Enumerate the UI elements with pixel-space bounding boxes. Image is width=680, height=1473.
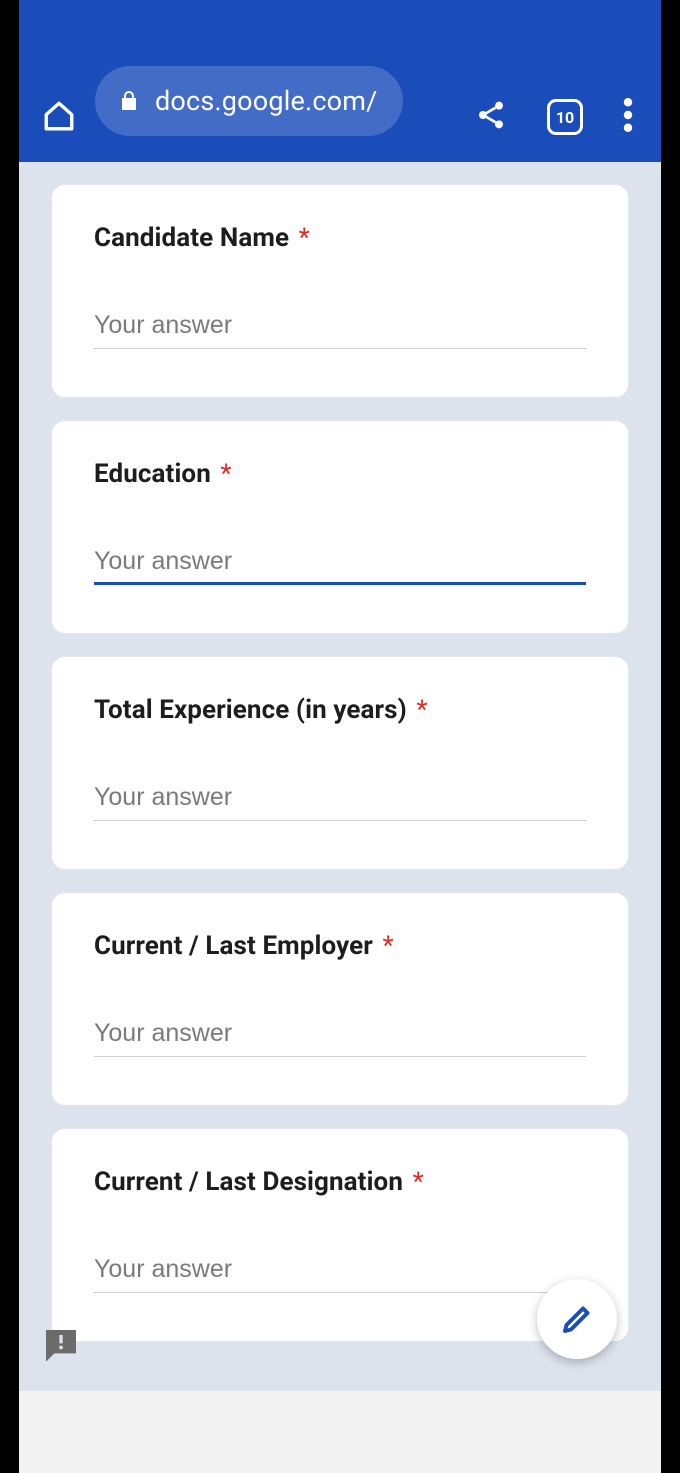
question-card: Total Experience (in years) * <box>51 656 629 870</box>
question-label: Current / Last Employer * <box>94 931 586 961</box>
form-content: Candidate Name * Education * Total Experie… <box>19 162 661 1473</box>
report-button[interactable] <box>41 1325 81 1365</box>
required-star: * <box>406 1167 424 1197</box>
share-button[interactable] <box>475 99 507 135</box>
answer-input[interactable] <box>94 1015 586 1057</box>
browser-toolbar: docs.google.com/ 10 <box>19 0 661 162</box>
question-label: Candidate Name * <box>94 223 586 253</box>
report-icon <box>41 1325 81 1365</box>
bottom-system-bar <box>19 1391 661 1473</box>
answer-input[interactable] <box>94 543 586 585</box>
question-card: Candidate Name * <box>51 184 629 398</box>
home-button[interactable] <box>39 96 79 136</box>
overflow-menu-button[interactable] <box>623 98 633 136</box>
share-icon <box>475 99 507 131</box>
url-text: docs.google.com/ <box>155 85 377 117</box>
answer-input[interactable] <box>94 1251 586 1293</box>
toolbar-actions: 10 <box>475 98 641 136</box>
more-vert-icon <box>623 98 633 132</box>
form-scroll[interactable]: Candidate Name * Education * Total Experie… <box>19 162 661 1342</box>
viewport: docs.google.com/ 10 <box>19 0 661 1473</box>
answer-input[interactable] <box>94 307 586 349</box>
question-card: Current / Last Employer * <box>51 892 629 1106</box>
edit-fab[interactable] <box>537 1279 617 1359</box>
answer-input[interactable] <box>94 779 586 821</box>
question-card: Education * <box>51 420 629 634</box>
address-bar[interactable]: docs.google.com/ <box>95 66 403 136</box>
question-label: Total Experience (in years) * <box>94 695 586 725</box>
required-star: * <box>292 223 310 253</box>
question-label: Education * <box>94 459 586 489</box>
tabs-button[interactable]: 10 <box>547 99 583 135</box>
required-star: * <box>214 459 232 489</box>
pencil-icon <box>559 1301 595 1337</box>
lock-icon <box>117 89 141 113</box>
required-star: * <box>376 931 394 961</box>
required-star: * <box>410 695 428 725</box>
tab-count-text: 10 <box>556 108 574 127</box>
home-icon <box>42 99 76 133</box>
question-label: Current / Last Designation * <box>94 1167 586 1197</box>
